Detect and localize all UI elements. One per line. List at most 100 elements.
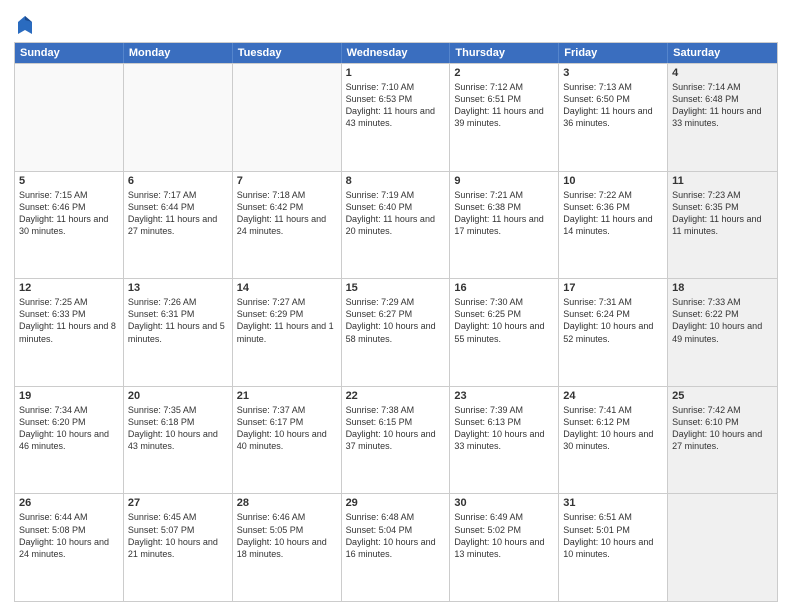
cal-cell: 10 Sunrise: 7:22 AMSunset: 6:36 PMDayligh… (559, 172, 668, 279)
cell-text: Sunrise: 6:46 AMSunset: 5:05 PMDaylight:… (237, 511, 337, 560)
cell-text: Sunrise: 7:10 AMSunset: 6:53 PMDaylight:… (346, 81, 446, 130)
cal-cell (668, 494, 777, 601)
cal-cell: 30Sunrise: 6:49 AMSunset: 5:02 PMDayligh… (450, 494, 559, 601)
day-number: 28 (237, 497, 337, 509)
cell-text: Sunrise: 7:37 AMSunset: 6:17 PMDaylight:… (237, 404, 337, 453)
cal-cell: 20 Sunrise: 7:35 AMSunset: 6:18 PMDayligh… (124, 387, 233, 494)
day-number: 27 (128, 497, 228, 509)
day-number: 19 (19, 390, 119, 402)
cell-text: Sunrise: 7:15 AMSunset: 6:46 PMDaylight:… (19, 189, 119, 238)
day-number: 30 (454, 497, 554, 509)
cell-text: Sunrise: 7:35 AMSunset: 6:18 PMDaylight:… (128, 404, 228, 453)
day-number: 16 (454, 282, 554, 294)
logo-icon (16, 14, 34, 36)
cell-text: Sunrise: 6:44 AMSunset: 5:08 PMDaylight:… (19, 511, 119, 560)
day-number: 29 (346, 497, 446, 509)
day-number: 20 (128, 390, 228, 402)
cal-cell: 27 Sunrise: 6:45 AMSunset: 5:07 PMDayligh… (124, 494, 233, 601)
calendar-body: 1 Sunrise: 7:10 AMSunset: 6:53 PMDaylight… (15, 63, 777, 601)
cell-text: Sunrise: 7:25 AMSunset: 6:33 PMDaylight:… (19, 296, 119, 345)
day-number: 11 (672, 175, 773, 187)
cell-text: Sunrise: 7:39 AMSunset: 6:13 PMDaylight:… (454, 404, 554, 453)
weekday-friday: Friday (559, 43, 668, 63)
day-number: 6 (128, 175, 228, 187)
day-number: 24 (563, 390, 663, 402)
cell-text: Sunrise: 7:18 AMSunset: 6:42 PMDaylight:… (237, 189, 337, 238)
cal-cell: 2 Sunrise: 7:12 AMSunset: 6:51 PMDaylight… (450, 64, 559, 171)
calendar-row-2: 12 Sunrise: 7:25 AMSunset: 6:33 PMDayligh… (15, 278, 777, 386)
cal-cell: 18Sunrise: 7:33 AMSunset: 6:22 PMDayligh… (668, 279, 777, 386)
header (14, 10, 778, 36)
cell-text: Sunrise: 7:26 AMSunset: 6:31 PMDaylight:… (128, 296, 228, 345)
day-number: 1 (346, 67, 446, 79)
cal-cell (233, 64, 342, 171)
cal-cell: 17 Sunrise: 7:31 AMSunset: 6:24 PMDayligh… (559, 279, 668, 386)
weekday-sunday: Sunday (15, 43, 124, 63)
cal-cell: 12 Sunrise: 7:25 AMSunset: 6:33 PMDayligh… (15, 279, 124, 386)
day-number: 13 (128, 282, 228, 294)
weekday-thursday: Thursday (450, 43, 559, 63)
cell-text: Sunrise: 7:22 AMSunset: 6:36 PMDaylight:… (563, 189, 663, 238)
cal-cell: 14 Sunrise: 7:27 AMSunset: 6:29 PMDayligh… (233, 279, 342, 386)
day-number: 17 (563, 282, 663, 294)
calendar-row-4: 26 Sunrise: 6:44 AMSunset: 5:08 PMDayligh… (15, 493, 777, 601)
calendar-row-1: 5 Sunrise: 7:15 AMSunset: 6:46 PMDaylight… (15, 171, 777, 279)
cal-cell: 8 Sunrise: 7:19 AMSunset: 6:40 PMDaylight… (342, 172, 451, 279)
cal-cell: 4Sunrise: 7:14 AMSunset: 6:48 PMDaylight… (668, 64, 777, 171)
day-number: 8 (346, 175, 446, 187)
cal-cell: 19 Sunrise: 7:34 AMSunset: 6:20 PMDayligh… (15, 387, 124, 494)
cell-text: Sunrise: 6:48 AMSunset: 5:04 PMDaylight:… (346, 511, 446, 560)
calendar-header: SundayMondayTuesdayWednesdayThursdayFrid… (15, 43, 777, 63)
cal-cell: 21 Sunrise: 7:37 AMSunset: 6:17 PMDayligh… (233, 387, 342, 494)
day-number: 22 (346, 390, 446, 402)
cal-cell (15, 64, 124, 171)
cal-cell: 28 Sunrise: 6:46 AMSunset: 5:05 PMDayligh… (233, 494, 342, 601)
day-number: 9 (454, 175, 554, 187)
cell-text: Sunrise: 6:51 AMSunset: 5:01 PMDaylight:… (563, 511, 663, 560)
cal-cell: 25Sunrise: 7:42 AMSunset: 6:10 PMDayligh… (668, 387, 777, 494)
cell-text: Sunrise: 7:38 AMSunset: 6:15 PMDaylight:… (346, 404, 446, 453)
weekday-tuesday: Tuesday (233, 43, 342, 63)
logo (14, 14, 34, 36)
cell-text: Sunrise: 7:17 AMSunset: 6:44 PMDaylight:… (128, 189, 228, 238)
cal-cell: 6 Sunrise: 7:17 AMSunset: 6:44 PMDaylight… (124, 172, 233, 279)
cell-text: Sunrise: 7:31 AMSunset: 6:24 PMDaylight:… (563, 296, 663, 345)
day-number: 26 (19, 497, 119, 509)
cal-cell: 31 Sunrise: 6:51 AMSunset: 5:01 PMDayligh… (559, 494, 668, 601)
cal-cell: 26 Sunrise: 6:44 AMSunset: 5:08 PMDayligh… (15, 494, 124, 601)
cell-text: Sunrise: 7:21 AMSunset: 6:38 PMDaylight:… (454, 189, 554, 238)
cal-cell: 3 Sunrise: 7:13 AMSunset: 6:50 PMDaylight… (559, 64, 668, 171)
cell-text: Sunrise: 7:41 AMSunset: 6:12 PMDaylight:… (563, 404, 663, 453)
cell-text: Sunrise: 7:14 AMSunset: 6:48 PMDaylight:… (672, 81, 773, 130)
cell-text: Sunrise: 7:34 AMSunset: 6:20 PMDaylight:… (19, 404, 119, 453)
cal-cell: 7Sunrise: 7:18 AMSunset: 6:42 PMDaylight… (233, 172, 342, 279)
day-number: 2 (454, 67, 554, 79)
calendar: SundayMondayTuesdayWednesdayThursdayFrid… (14, 42, 778, 602)
cell-text: Sunrise: 7:12 AMSunset: 6:51 PMDaylight:… (454, 81, 554, 130)
weekday-saturday: Saturday (668, 43, 777, 63)
cell-text: Sunrise: 7:23 AMSunset: 6:35 PMDaylight:… (672, 189, 773, 238)
cal-cell: 11 Sunrise: 7:23 AMSunset: 6:35 PMDayligh… (668, 172, 777, 279)
cal-cell: 16 Sunrise: 7:30 AMSunset: 6:25 PMDayligh… (450, 279, 559, 386)
day-number: 5 (19, 175, 119, 187)
weekday-monday: Monday (124, 43, 233, 63)
day-number: 25 (672, 390, 773, 402)
day-number: 10 (563, 175, 663, 187)
day-number: 12 (19, 282, 119, 294)
cell-text: Sunrise: 7:29 AMSunset: 6:27 PMDaylight:… (346, 296, 446, 345)
day-number: 21 (237, 390, 337, 402)
day-number: 18 (672, 282, 773, 294)
day-number: 3 (563, 67, 663, 79)
day-number: 31 (563, 497, 663, 509)
cal-cell: 5 Sunrise: 7:15 AMSunset: 6:46 PMDaylight… (15, 172, 124, 279)
cell-text: Sunrise: 7:30 AMSunset: 6:25 PMDaylight:… (454, 296, 554, 345)
cal-cell: 13 Sunrise: 7:26 AMSunset: 6:31 PMDayligh… (124, 279, 233, 386)
cell-text: Sunrise: 7:27 AMSunset: 6:29 PMDaylight:… (237, 296, 337, 345)
day-number: 14 (237, 282, 337, 294)
cell-text: Sunrise: 7:13 AMSunset: 6:50 PMDaylight:… (563, 81, 663, 130)
day-number: 15 (346, 282, 446, 294)
cell-text: Sunrise: 7:19 AMSunset: 6:40 PMDaylight:… (346, 189, 446, 238)
day-number: 23 (454, 390, 554, 402)
cal-cell: 15 Sunrise: 7:29 AMSunset: 6:27 PMDayligh… (342, 279, 451, 386)
cell-text: Sunrise: 6:45 AMSunset: 5:07 PMDaylight:… (128, 511, 228, 560)
